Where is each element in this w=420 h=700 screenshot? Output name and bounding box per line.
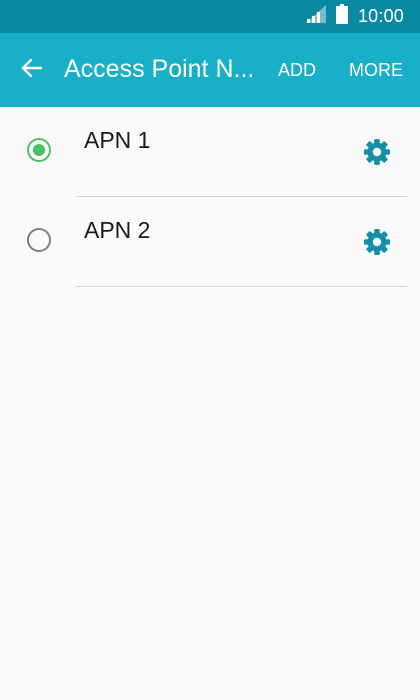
back-arrow-icon — [20, 56, 44, 85]
battery-icon — [335, 4, 348, 29]
signal-icon — [305, 5, 326, 28]
apn-name: APN 1 — [84, 127, 151, 153]
divider — [76, 286, 407, 287]
apn-radio-unselected[interactable] — [27, 228, 51, 252]
apn-radio-selected[interactable] — [27, 138, 51, 162]
back-button[interactable] — [14, 52, 50, 88]
add-button[interactable]: ADD — [278, 60, 316, 81]
status-indicators: 10:00 — [305, 0, 404, 33]
apn-list-item[interactable]: APN 1 — [0, 107, 420, 197]
apn-list: APN 1 APN 2 — [0, 107, 420, 287]
status-time: 10:00 — [357, 6, 404, 26]
status-bar: 10:00 — [0, 0, 420, 33]
apn-settings-button[interactable] — [361, 226, 393, 258]
apn-list-item[interactable]: APN 2 — [0, 197, 420, 287]
page-title: Access Point N... — [64, 55, 255, 83]
gear-icon — [361, 229, 393, 262]
app-bar: Access Point N... ADD MORE — [0, 33, 420, 107]
apn-name: APN 2 — [84, 217, 151, 243]
apn-settings-button[interactable] — [361, 136, 393, 168]
gear-icon — [361, 139, 393, 172]
more-button[interactable]: MORE — [349, 60, 403, 81]
